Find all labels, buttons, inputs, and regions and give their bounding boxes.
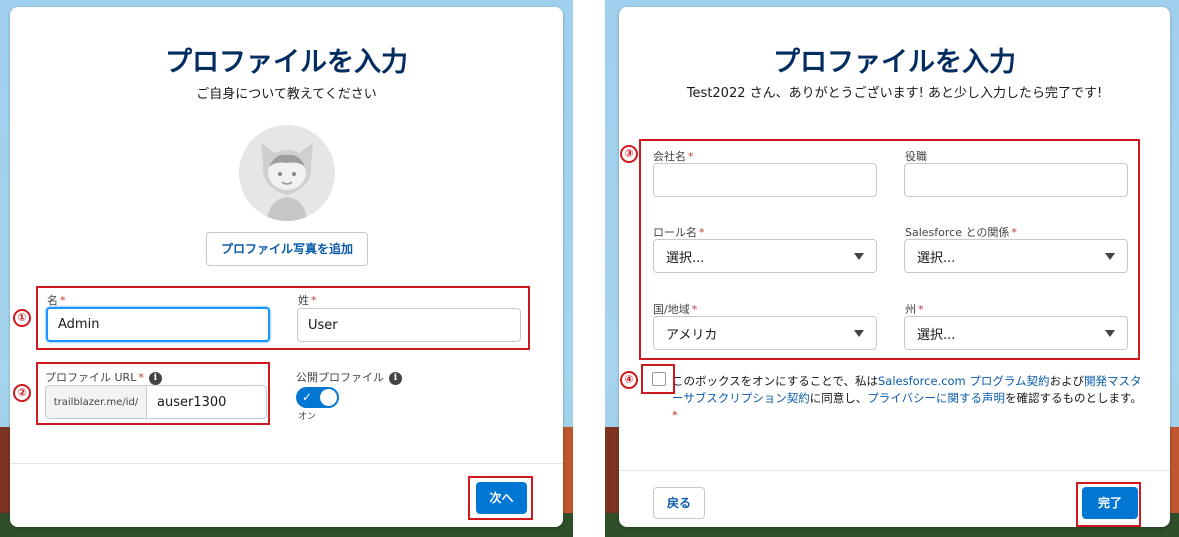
public-profile-toggle[interactable]: ✓ — [296, 387, 339, 408]
profile-card: プロファイルを入力 ご自身について教えてください プロファイル写真を追加 名 * … — [10, 7, 563, 527]
annotation-marker-2: ② — [13, 384, 31, 402]
program-agreement-link[interactable]: Salesforce.com プログラム契約 — [878, 374, 1050, 388]
info-icon[interactable]: i — [389, 371, 402, 385]
toggle-knob — [320, 389, 337, 406]
privacy-statement-link[interactable]: プライバシーに関する声明 — [867, 391, 1005, 405]
back-button[interactable]: 戻る — [653, 487, 705, 519]
annotation-marker-4: ④ — [620, 371, 638, 389]
check-icon: ✓ — [302, 390, 313, 404]
profile-step-1-panel: プロファイルを入力 ご自身について教えてください プロファイル写真を追加 名 * … — [0, 0, 573, 537]
avatar-placeholder-icon — [239, 125, 335, 221]
annotation-box-2 — [36, 362, 270, 425]
annotation-box-finish — [1076, 482, 1141, 527]
toggle-state-label: オン — [298, 412, 317, 422]
annotation-box-4 — [641, 364, 675, 394]
footer-divider — [619, 470, 1170, 471]
add-profile-photo-button[interactable]: プロファイル写真を追加 — [206, 232, 368, 266]
page-subtitle: ご自身について教えてください — [196, 87, 377, 102]
profile-step-2-panel: プロファイルを入力 Test2022 さん、ありがとうございます! あと少し入力… — [605, 0, 1179, 537]
annotation-marker-1: ① — [13, 309, 31, 327]
public-profile-label: 公開プロファイル i — [296, 369, 402, 385]
page-subtitle: Test2022 さん、ありがとうございます! あと少し入力したら完了です! — [686, 86, 1103, 101]
page-title: プロファイルを入力 — [773, 47, 1016, 78]
annotation-box-1 — [36, 286, 530, 350]
annotation-box-3 — [639, 139, 1140, 360]
annotation-box-next — [468, 476, 533, 520]
page-title: プロファイルを入力 — [165, 47, 408, 78]
terms-text: このボックスをオンにすることで、私はSalesforce.com プログラム契約… — [672, 374, 1142, 422]
annotation-marker-3: ③ — [620, 145, 638, 163]
